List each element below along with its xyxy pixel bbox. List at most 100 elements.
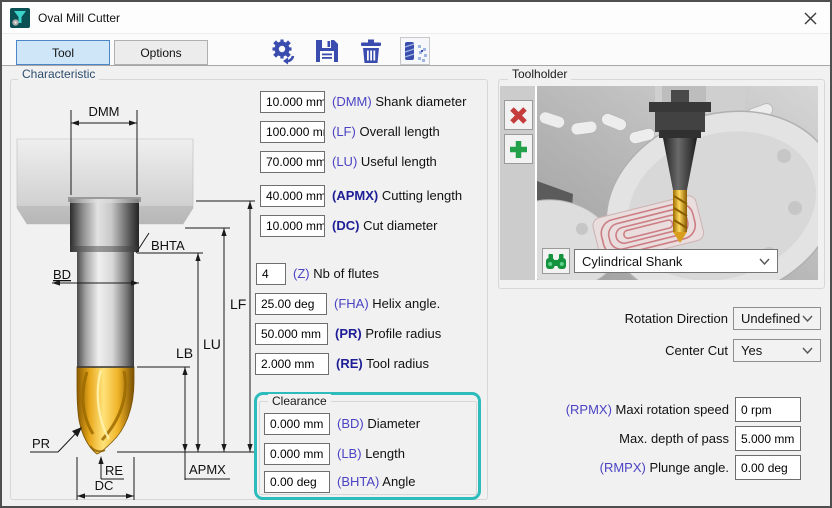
clearance-diameter-input[interactable]: 0.000 mm (264, 413, 330, 435)
clearance-angle-row: 0.00 deg (BHTA) Angle (264, 470, 416, 493)
center-cut-select[interactable]: Yes (733, 339, 821, 362)
shank-diameter-label: Shank diameter (375, 94, 466, 109)
diagram-label-re: RE (105, 463, 123, 478)
maxi-rotation-speed-input[interactable]: 0 rpm (735, 397, 801, 422)
toolbar: Tool Options (2, 34, 830, 66)
pr-code: (PR) (335, 326, 362, 341)
clearance-angle-label: Angle (382, 474, 415, 489)
app-icon (10, 8, 30, 28)
shank-type-select[interactable]: Cylindrical Shank (574, 249, 778, 273)
rpmx-code: (RPMX) (566, 402, 612, 417)
profile-radius-input[interactable]: 50.000 mm (255, 323, 328, 345)
max-depth-of-pass-input[interactable]: 5.000 mm (735, 426, 801, 451)
useful-length-row: 70.000 mm (LU) Useful length (260, 150, 437, 173)
center-cut-label: Center Cut (542, 343, 728, 358)
profile-radius-label: Profile radius (365, 326, 441, 341)
apmx-code: (APMX) (332, 188, 378, 203)
rotation-direction-row: Rotation Direction Undefined (542, 307, 821, 330)
useful-length-input[interactable]: 70.000 mm (260, 151, 325, 173)
useful-length-label: Useful length (361, 154, 437, 169)
clearance-diameter-row: 0.000 mm (BD) Diameter (264, 412, 420, 435)
remove-x-icon (509, 106, 528, 125)
helix-angle-input[interactable]: 25.00 deg (255, 293, 327, 315)
gear-refresh-icon (269, 37, 297, 65)
remove-toolholder-button[interactable] (504, 100, 533, 130)
save-icon (314, 38, 340, 64)
cutting-length-row: 40.000 mm (APMX) Cutting length (260, 184, 462, 207)
diagram-label-bd: BD (53, 267, 71, 282)
cutting-length-label: Cutting length (382, 188, 462, 203)
plunge-angle-label: Plunge angle. (649, 460, 729, 475)
plunge-angle-input[interactable]: 0.00 deg (735, 455, 801, 480)
diagram-label-apmx: APMX (189, 462, 226, 477)
toolholder-group-label: Toolholder (508, 67, 571, 81)
z-code: (Z) (293, 266, 310, 281)
overall-length-input[interactable]: 100.000 mm (260, 121, 325, 143)
fha-code: (FHA) (334, 296, 369, 311)
clearance-group-label: Clearance (268, 394, 331, 408)
rotation-direction-select[interactable]: Undefined (733, 307, 821, 330)
diagram-label-pr: PR (32, 436, 50, 451)
add-plus-icon (509, 140, 528, 159)
trash-icon (358, 38, 384, 64)
cut-diameter-row: 10.000 mm (DC) Cut diameter (260, 214, 437, 237)
clearance-angle-input[interactable]: 0.00 deg (264, 471, 330, 493)
window-title: Oval Mill Cutter (38, 11, 120, 25)
lu-code: (LU) (332, 154, 357, 169)
clearance-length-row: 0.000 mm (LB) Length (264, 442, 405, 465)
shank-diameter-row: 10.000 mm (DMM) Shank diameter (260, 90, 466, 113)
save-button[interactable] (312, 37, 342, 65)
nb-of-flutes-label: Nb of flutes (313, 266, 379, 281)
tool-radius-input[interactable]: 2.000 mm (255, 353, 329, 375)
clearance-length-input[interactable]: 0.000 mm (264, 443, 330, 465)
shank-diameter-input[interactable]: 10.000 mm (260, 91, 325, 113)
bhta-code: (BHTA) (337, 474, 379, 489)
tool-diagram: DMM BHTA BD (12, 86, 262, 500)
plunge-angle-row: (RMPX) Plunge angle. 0.00 deg (542, 455, 801, 480)
browse-toolholder-button[interactable] (542, 248, 570, 274)
tab-tool[interactable]: Tool (16, 40, 110, 65)
nb-of-flutes-row: 4 (Z) Nb of flutes (256, 262, 379, 285)
tool-radius-label: Tool radius (366, 356, 429, 371)
close-button[interactable] (800, 9, 820, 27)
binoculars-icon (546, 254, 566, 269)
oval-mill-cutter-dialog: Oval Mill Cutter Tool Options (0, 0, 832, 508)
delete-button[interactable] (356, 37, 386, 65)
rotation-direction-value: Undefined (741, 311, 800, 326)
characteristic-group-label: Characteristic (18, 67, 99, 81)
chevron-down-icon (802, 347, 813, 354)
clearance-length-label: Length (365, 446, 405, 461)
cutting-length-input[interactable]: 40.000 mm (260, 185, 325, 207)
rmpx-code: (RMPX) (600, 460, 646, 475)
lf-code: (LF) (332, 124, 356, 139)
dc-code: (DC) (332, 218, 359, 233)
nb-of-flutes-input[interactable]: 4 (256, 263, 286, 285)
clearance-diameter-label: Diameter (367, 416, 420, 431)
max-depth-of-pass-label: Max. depth of pass (542, 431, 729, 446)
maxi-rotation-speed-row: (RPMX) Maxi rotation speed 0 rpm (542, 397, 801, 422)
bd-code: (BD) (337, 416, 364, 431)
lb-code: (LB) (337, 446, 362, 461)
add-toolholder-button[interactable] (504, 134, 533, 164)
cut-diameter-input[interactable]: 10.000 mm (260, 215, 325, 237)
close-icon (804, 12, 817, 25)
diagram-label-lu: LU (203, 336, 221, 352)
helix-angle-label: Helix angle. (372, 296, 440, 311)
tool-export-icon (401, 38, 429, 64)
diagram-label-lb: LB (176, 345, 193, 361)
cut-diameter-label: Cut diameter (363, 218, 437, 233)
diagram-label-dc: DC (95, 478, 114, 493)
dmm-code: (DMM) (332, 94, 372, 109)
maxi-rotation-speed-label: Maxi rotation speed (616, 402, 729, 417)
helix-angle-row: 25.00 deg (FHA) Helix angle. (255, 292, 440, 315)
re-code: (RE) (336, 356, 363, 371)
tool-export-button[interactable] (400, 37, 430, 65)
tool-radius-row: 2.000 mm (RE) Tool radius (255, 352, 429, 375)
shank-type-value: Cylindrical Shank (582, 254, 682, 269)
profile-radius-row: 50.000 mm (PR) Profile radius (255, 322, 441, 345)
tab-options[interactable]: Options (114, 40, 208, 65)
gear-refresh-button[interactable] (268, 37, 298, 65)
title-bar: Oval Mill Cutter (2, 2, 830, 34)
max-depth-of-pass-row: Max. depth of pass 5.000 mm (542, 426, 801, 451)
diagram-label-lf: LF (230, 296, 246, 312)
